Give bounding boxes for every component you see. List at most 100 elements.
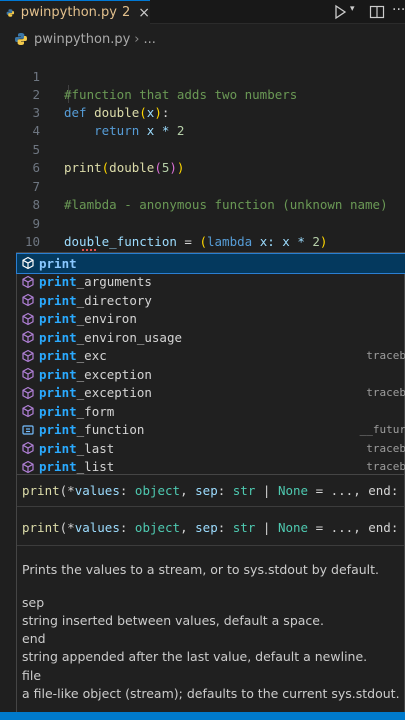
suggestion-details: print(*values: object, sep: str | None =…: [16, 475, 405, 720]
code-line[interactable]: 2 def double(x):: [0, 68, 405, 120]
suggestion-item-selected[interactable]: print: [16, 253, 405, 274]
cube-icon: [22, 441, 34, 455]
play-icon[interactable]: [333, 4, 347, 20]
suggestion-label: print_exception: [39, 366, 152, 382]
breadcrumb-more[interactable]: ...: [144, 32, 156, 47]
suggestion-label: print_exc: [39, 348, 107, 364]
doc-summary: Prints the values to a stream, or to sys…: [22, 562, 379, 577]
suggestion-detail: traceb: [366, 460, 405, 474]
cube-icon: [22, 293, 34, 307]
code-line-active[interactable]: 11 print: [0, 233, 405, 287]
suggestion-label: print_form: [39, 403, 115, 419]
signature-type: str: [232, 520, 256, 535]
chevron-down-icon[interactable]: ▾: [350, 4, 355, 14]
signature: print(*values: object, sep: str | None =…: [22, 520, 398, 535]
suggestion-detail: traceb: [366, 349, 405, 363]
signature-type: object: [134, 483, 181, 498]
suggestion-detail: __futur: [359, 423, 405, 437]
code-line[interactable]: 5 print(double(5)): [0, 123, 405, 175]
suggestion-detail: traceb: [366, 441, 405, 455]
problems-badge: 2: [121, 5, 131, 20]
cube-icon: [22, 330, 34, 344]
more-actions-icon[interactable]: ···: [392, 2, 405, 18]
doc-param-name: file: [22, 668, 42, 683]
suggestion-list[interactable]: print print_arguments print_directoryprint…: [16, 252, 405, 475]
signature-param: values: [74, 520, 120, 535]
code-line[interactable]: 9 double_function = (lambda x: x * 2): [0, 197, 405, 249]
suggestion-label: print_environ: [39, 311, 137, 327]
code-line[interactable]: 3 return x * 2: [0, 86, 405, 138]
suggestion-item[interactable]: print_last traceb: [17, 439, 405, 458]
cube-icon: [22, 386, 34, 399]
cube-icon: [22, 349, 34, 362]
error-squiggle: [82, 248, 96, 251]
code-line[interactable]: 7 #lambda - anonymous function (unknown …: [0, 160, 405, 212]
code-line[interactable]: 4: [0, 104, 405, 138]
code-line[interactable]: 1 #function that adds two numbers: [0, 50, 405, 102]
signature: print(*values: object, sep: str | None =…: [22, 483, 398, 498]
signature-param: values: [74, 483, 120, 498]
suggestion-label: print_arguments: [39, 274, 152, 290]
suggestion-label: print: [39, 255, 77, 271]
suggestion-label: print_directory: [39, 292, 152, 308]
signature-open: (*: [59, 483, 75, 498]
close-icon[interactable]: ×: [138, 5, 150, 21]
cube-icon: [22, 256, 34, 270]
suggestion-item[interactable]: print_exception: [17, 365, 405, 384]
variable-icon: [22, 424, 34, 435]
suggestion-item[interactable]: print_list traceb: [17, 458, 405, 477]
code-line[interactable]: 8: [0, 178, 405, 212]
suggestion-label: print_environ_usage: [39, 329, 182, 345]
suggestion-label: print_list: [39, 459, 115, 475]
signature-param: sep: [195, 483, 218, 498]
suggestion-item[interactable]: print_environ: [17, 310, 405, 329]
suggestion-item[interactable]: print_directory: [17, 291, 405, 310]
python-file-icon: [6, 8, 15, 17]
signature-fn: print: [22, 483, 60, 498]
suggestion-item[interactable]: print_function __futur: [17, 421, 405, 440]
signature-type: None: [277, 520, 309, 535]
tab-pwinpython[interactable]: pwinpython.py 2 ×: [0, 0, 150, 24]
split-editor-icon[interactable]: [369, 4, 385, 20]
signature-bar: |: [255, 483, 278, 498]
suggestion-label: print_last: [39, 440, 115, 456]
suggestion-label: print_exception: [39, 385, 152, 401]
suggestion-item[interactable]: print_environ_usage: [17, 328, 405, 347]
cube-icon: [22, 312, 34, 325]
doc-param-desc: string inserted between values, default …: [22, 613, 324, 628]
doc-param-name: sep: [22, 595, 45, 610]
signature-type: str: [232, 483, 256, 498]
signature-rest: = ..., end:: [308, 520, 399, 535]
cube-icon: [22, 460, 34, 473]
signature-rest: = ..., end:: [308, 483, 399, 498]
signature-colon: :: [119, 483, 135, 498]
signature-colon: :: [217, 520, 233, 535]
code-line[interactable]: 6: [0, 141, 405, 175]
suggestion-label: print_function: [39, 422, 145, 438]
doc-param-desc: string appended after the last value, de…: [22, 649, 368, 664]
suggestion-item[interactable]: print_form: [17, 402, 405, 421]
code-line[interactable]: 10: [0, 215, 405, 249]
tab-label: pwinpython.py: [20, 5, 117, 20]
tab-bar: pwinpython.py 2 × ▾ ···: [0, 0, 405, 24]
suggestion-detail: traceb: [366, 386, 405, 400]
divider: [17, 545, 404, 546]
signature-colon: :: [119, 520, 135, 535]
breadcrumb-file[interactable]: pwinpython.py: [34, 32, 130, 47]
signature-comma: ,: [180, 483, 196, 498]
signature-comma: ,: [180, 520, 196, 535]
signature-param: sep: [195, 520, 218, 535]
signature-colon: :: [217, 483, 233, 498]
suggestion-item[interactable]: print_exc traceb: [17, 347, 405, 366]
signature-bar: |: [255, 520, 278, 535]
divider: [17, 506, 404, 507]
signature-fn: print: [22, 520, 60, 535]
status-bar: [0, 712, 405, 720]
cube-icon: [22, 404, 34, 418]
breadcrumb-separator: ›: [134, 31, 140, 47]
doc-param-desc: a file-like object (stream); defaults to…: [22, 686, 400, 701]
python-file-icon: [15, 33, 27, 45]
suggestion-item[interactable]: print_arguments: [17, 273, 405, 292]
signature-type: object: [134, 520, 181, 535]
suggestion-item[interactable]: print_exception traceb: [17, 384, 405, 403]
